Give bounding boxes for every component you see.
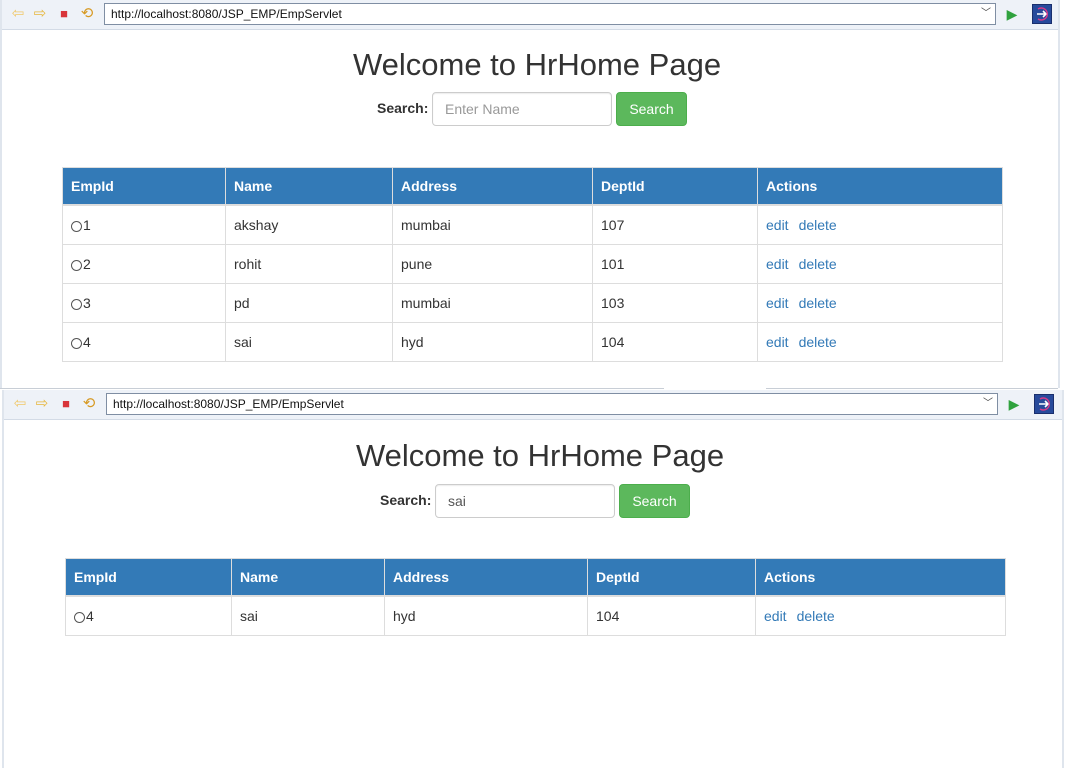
column-header-actions: Actions xyxy=(757,167,1003,206)
browser-toolbar: ⇦ ⇨ ■ ⟲ http://localhost:8080/JSP_EMP/Em… xyxy=(2,0,1058,30)
search-button[interactable]: Search xyxy=(619,484,690,518)
table-row: 1 akshay mumbai 107 edit delete xyxy=(62,204,1003,245)
page-title: Welcome to HrHome Page xyxy=(355,438,725,473)
cell-address: mumbai xyxy=(392,283,593,323)
search-input[interactable] xyxy=(435,484,615,518)
row-select-radio[interactable] xyxy=(71,299,82,310)
cell-name: sai xyxy=(231,595,385,636)
cell-deptid: 104 xyxy=(587,595,756,636)
stop-icon[interactable]: ■ xyxy=(56,6,72,22)
go-icon[interactable]: ▶ xyxy=(1004,6,1020,22)
delete-link[interactable]: delete xyxy=(799,256,837,272)
column-header-empid: EmpId xyxy=(62,167,226,206)
cell-deptid: 104 xyxy=(592,322,758,362)
edit-link[interactable]: edit xyxy=(764,608,787,624)
cell-actions: edit delete xyxy=(757,204,1003,245)
column-header-deptid: DeptId xyxy=(587,558,756,597)
open-external-browser-icon[interactable] xyxy=(1034,394,1054,414)
cell-empid: 1 xyxy=(62,204,226,245)
row-select-radio[interactable] xyxy=(71,338,82,349)
column-header-empid: EmpId xyxy=(65,558,232,597)
empid-value: 4 xyxy=(83,334,91,350)
back-arrow-icon[interactable]: ⇦ xyxy=(10,6,26,22)
row-select-radio[interactable] xyxy=(71,260,82,271)
edit-link[interactable]: edit xyxy=(766,256,789,272)
cell-deptid: 107 xyxy=(592,204,758,245)
column-header-name: Name xyxy=(231,558,385,597)
cell-name: akshay xyxy=(225,204,393,245)
browser-window-1: ⇦ ⇨ ■ ⟲ http://localhost:8080/JSP_EMP/Em… xyxy=(0,0,1074,388)
column-header-address: Address xyxy=(384,558,588,597)
search-input[interactable] xyxy=(432,92,612,126)
url-bar[interactable]: http://localhost:8080/JSP_EMP/EmpServlet… xyxy=(106,393,998,415)
divider-line xyxy=(0,388,664,389)
url-text: http://localhost:8080/JSP_EMP/EmpServlet xyxy=(111,7,342,21)
table-row: 4 sai hyd 104 edit delete xyxy=(62,322,1003,362)
cell-empid: 4 xyxy=(62,322,226,362)
go-icon[interactable]: ▶ xyxy=(1006,396,1022,412)
empid-value: 3 xyxy=(83,295,91,311)
empid-value: 1 xyxy=(83,217,91,233)
stop-icon[interactable]: ■ xyxy=(58,396,74,412)
browser-window-2: ⇦ ⇨ ■ ⟲ http://localhost:8080/JSP_EMP/Em… xyxy=(0,390,1074,768)
row-select-radio[interactable] xyxy=(74,612,85,623)
cell-empid: 3 xyxy=(62,283,226,323)
cell-empid: 4 xyxy=(65,595,232,636)
table-header-row: EmpId Name Address DeptId Actions xyxy=(65,558,1006,597)
url-bar[interactable]: http://localhost:8080/JSP_EMP/EmpServlet… xyxy=(104,3,996,25)
column-header-address: Address xyxy=(392,167,593,206)
cell-address: hyd xyxy=(384,595,588,636)
forward-arrow-icon[interactable]: ⇨ xyxy=(34,396,50,412)
cell-name: pd xyxy=(225,283,393,323)
delete-link[interactable]: delete xyxy=(799,334,837,350)
empid-value: 4 xyxy=(86,608,94,624)
forward-arrow-icon[interactable]: ⇨ xyxy=(32,6,48,22)
cell-actions: edit delete xyxy=(757,244,1003,284)
table-row: 3 pd mumbai 103 edit delete xyxy=(62,283,1003,323)
cell-actions: edit delete xyxy=(757,322,1003,362)
row-select-radio[interactable] xyxy=(71,221,82,232)
cell-actions: edit delete xyxy=(757,283,1003,323)
cell-address: mumbai xyxy=(392,204,593,245)
delete-link[interactable]: delete xyxy=(799,217,837,233)
search-label: Search: xyxy=(377,100,429,116)
cell-name: rohit xyxy=(225,244,393,284)
column-header-name: Name xyxy=(225,167,393,206)
edit-link[interactable]: edit xyxy=(766,217,789,233)
search-button[interactable]: Search xyxy=(616,92,687,126)
divider-line xyxy=(766,388,1058,389)
refresh-icon[interactable]: ⟲ xyxy=(81,396,97,412)
employee-table: EmpId Name Address DeptId Actions 1 aksh… xyxy=(62,167,1003,362)
cell-deptid: 103 xyxy=(592,283,758,323)
table-row: 4 sai hyd 104 edit delete xyxy=(65,595,1006,636)
delete-link[interactable]: delete xyxy=(799,295,837,311)
search-label: Search: xyxy=(380,492,432,508)
refresh-icon[interactable]: ⟲ xyxy=(79,6,95,22)
page-title: Welcome to HrHome Page xyxy=(352,47,722,82)
column-header-actions: Actions xyxy=(755,558,1006,597)
employee-table: EmpId Name Address DeptId Actions 4 sai … xyxy=(65,558,1006,636)
cell-deptid: 101 xyxy=(592,244,758,284)
table-header-row: EmpId Name Address DeptId Actions xyxy=(62,167,1003,206)
url-text: http://localhost:8080/JSP_EMP/EmpServlet xyxy=(113,397,344,411)
table-row: 2 rohit pune 101 edit delete xyxy=(62,244,1003,284)
edit-link[interactable]: edit xyxy=(766,295,789,311)
column-header-deptid: DeptId xyxy=(592,167,758,206)
delete-link[interactable]: delete xyxy=(797,608,835,624)
chevron-down-icon[interactable]: ﹀ xyxy=(981,4,991,24)
empid-value: 2 xyxy=(83,256,91,272)
cell-address: pune xyxy=(392,244,593,284)
cell-empid: 2 xyxy=(62,244,226,284)
edit-link[interactable]: edit xyxy=(766,334,789,350)
browser-toolbar: ⇦ ⇨ ■ ⟲ http://localhost:8080/JSP_EMP/Em… xyxy=(4,390,1062,420)
cell-name: sai xyxy=(225,322,393,362)
chevron-down-icon[interactable]: ﹀ xyxy=(983,394,993,414)
cell-address: hyd xyxy=(392,322,593,362)
back-arrow-icon[interactable]: ⇦ xyxy=(12,396,28,412)
cell-actions: edit delete xyxy=(755,595,1006,636)
open-external-browser-icon[interactable] xyxy=(1032,4,1052,24)
